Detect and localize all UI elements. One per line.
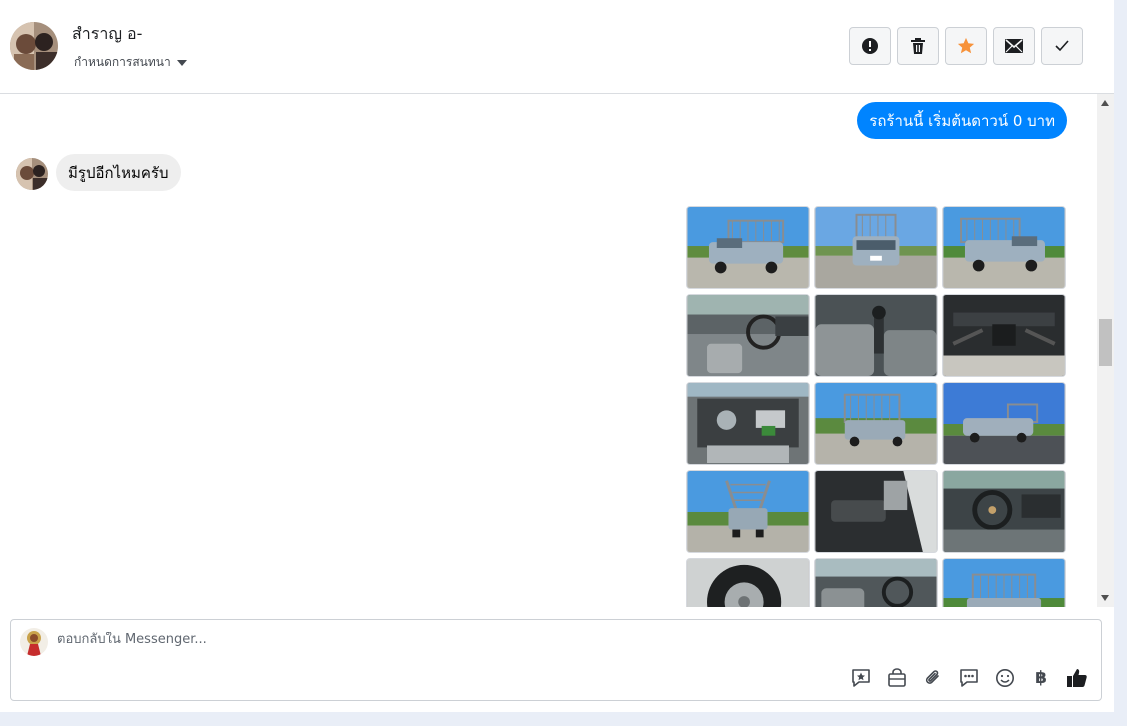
smiley-icon (996, 669, 1014, 687)
photo-thumbnail[interactable] (942, 558, 1066, 607)
contact-avatar-small[interactable] (16, 158, 48, 190)
saved-reply-button[interactable] (849, 666, 873, 690)
message-thread[interactable]: รถร้านนี้ เริ่มต้นดาวน์ 0 บาท มีรูปอีกไห… (0, 95, 1097, 607)
photo-thumbnail[interactable] (814, 470, 938, 553)
photo-thumbnail[interactable] (942, 294, 1066, 377)
scroll-up-arrow-icon[interactable] (1101, 100, 1109, 106)
baht-icon: ฿ (1035, 668, 1047, 688)
attach-file-button[interactable] (921, 666, 945, 690)
trash-icon (911, 38, 925, 54)
chat-bubbles-icon (960, 669, 978, 687)
photo-thumbnail[interactable] (686, 470, 810, 553)
saved-reply-icon (852, 669, 870, 687)
photo-thumbnail[interactable] (814, 382, 938, 465)
conversation-header: สำราญ อ- กำหนดการสนทนา (0, 0, 1114, 94)
exclamation-circle-icon (862, 38, 878, 54)
shop-button[interactable] (885, 666, 909, 690)
emoji-button[interactable] (993, 666, 1017, 690)
photo-thumbnail[interactable] (686, 382, 810, 465)
scrollbar-thumb[interactable] (1099, 319, 1112, 366)
contact-avatar[interactable] (10, 22, 58, 70)
caret-down-icon (176, 59, 187, 66)
like-button[interactable] (1065, 666, 1089, 690)
checkmark-icon (1055, 40, 1069, 52)
shopping-bag-icon (888, 668, 906, 687)
page-avatar (20, 628, 48, 656)
payment-button[interactable]: ฿ (1029, 666, 1053, 690)
photo-grid (686, 206, 1066, 607)
delete-button[interactable] (897, 27, 939, 65)
conversation-settings-dropdown[interactable]: กำหนดการสนทนา (74, 53, 187, 72)
photo-thumbnail[interactable] (814, 558, 938, 607)
incoming-message-bubble[interactable]: มีรูปอีกไหมครับ (56, 154, 181, 191)
header-actions (849, 27, 1083, 65)
quick-reply-button[interactable] (957, 666, 981, 690)
photo-thumbnail[interactable] (686, 294, 810, 377)
star-button[interactable] (945, 27, 987, 65)
mark-done-button[interactable] (1041, 27, 1083, 65)
mark-unread-button[interactable] (993, 27, 1035, 65)
photo-thumbnail[interactable] (814, 206, 938, 289)
composer-toolbar: ฿ (849, 666, 1089, 690)
photo-thumbnail[interactable] (686, 558, 810, 607)
photo-thumbnail[interactable] (942, 470, 1066, 553)
photo-thumbnail[interactable] (942, 382, 1066, 465)
outgoing-message-bubble[interactable]: รถร้านนี้ เริ่มต้นดาวน์ 0 บาท (857, 102, 1067, 139)
thumbs-up-icon (1067, 669, 1087, 687)
spam-button[interactable] (849, 27, 891, 65)
scroll-down-arrow-icon[interactable] (1101, 595, 1109, 601)
conversation-settings-label: กำหนดการสนทนา (74, 55, 171, 69)
thread-scrollbar[interactable] (1097, 94, 1114, 607)
inbox-panel: สำราญ อ- กำหนดการสนทนา รถร้านนี้ เริ่มต้… (0, 0, 1114, 712)
reply-input[interactable] (57, 632, 757, 647)
reply-composer: ฿ (10, 619, 1102, 701)
photo-thumbnail[interactable] (686, 206, 810, 289)
photo-thumbnail[interactable] (814, 294, 938, 377)
contact-name: สำราญ อ- (72, 24, 143, 43)
envelope-icon (1005, 39, 1023, 53)
paperclip-icon (925, 670, 939, 684)
star-icon (957, 37, 975, 54)
photo-thumbnail[interactable] (942, 206, 1066, 289)
